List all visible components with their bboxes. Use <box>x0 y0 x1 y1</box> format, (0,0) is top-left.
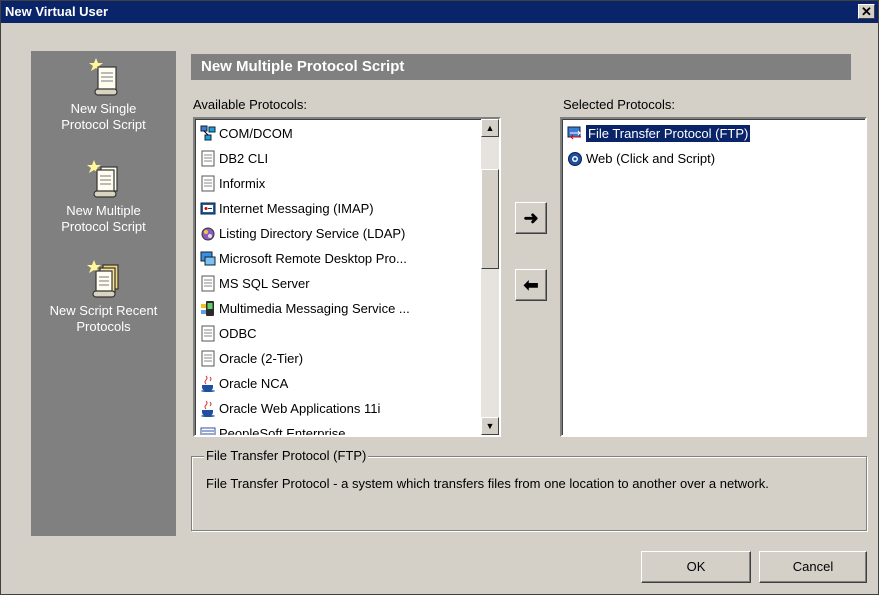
description-title: File Transfer Protocol (FTP) <box>204 448 369 463</box>
mms-icon <box>201 301 214 316</box>
title-bar: New Virtual User ✕ <box>1 1 878 23</box>
list-item-label: ODBC <box>219 326 257 341</box>
doc-icon <box>201 325 215 342</box>
doc-icon <box>201 175 215 192</box>
list-item[interactable]: COM/DCOM <box>197 121 293 146</box>
list-item-label: Web (Click and Script) <box>586 151 716 166</box>
list-item[interactable]: DB2 CLI <box>197 146 268 171</box>
option-label-line1: New Single <box>70 101 137 116</box>
vertical-scrollbar[interactable]: ▲ ▼ <box>481 119 499 435</box>
scroll-thumb[interactable] <box>481 169 499 269</box>
protocol-description-group: File Transfer Protocol (FTP) File Transf… <box>191 448 867 531</box>
add-protocol-button[interactable]: ➜ <box>515 202 547 234</box>
list-item-label: Microsoft Remote Desktop Pro... <box>219 251 407 266</box>
multiple-script-icon <box>86 160 118 198</box>
ftp-icon <box>567 126 582 140</box>
script-type-pane: New Single Protocol Script New Multiple … <box>31 51 176 536</box>
list-item-label: PeopleSoft Enterprise <box>219 426 346 437</box>
new-script-recent-protocols-option[interactable]: New Script Recent Protocols <box>31 259 176 335</box>
option-label-line1: New Multiple <box>66 203 141 218</box>
single-script-icon <box>88 58 118 96</box>
java-icon <box>201 375 215 392</box>
list-item[interactable]: Listing Directory Service (LDAP) <box>197 221 405 246</box>
peoplesoft-icon <box>200 427 216 435</box>
list-item-label: Multimedia Messaging Service ... <box>219 301 410 316</box>
page-title: New Multiple Protocol Script <box>191 54 851 80</box>
list-item[interactable]: Informix <box>197 171 265 196</box>
new-single-protocol-script-option[interactable]: New Single Protocol Script <box>31 57 176 133</box>
available-protocols-label: Available Protocols: <box>193 97 307 112</box>
ldap-icon <box>201 227 215 241</box>
new-virtual-user-dialog: New Virtual User ✕ New Single Protocol S… <box>0 0 879 595</box>
list-item[interactable]: MS SQL Server <box>197 271 310 296</box>
list-item-label: Oracle (2-Tier) <box>219 351 304 366</box>
option-label-line2: Protocol Script <box>61 117 146 132</box>
rdp-icon <box>200 251 216 266</box>
option-label-line2: Protocol Script <box>61 219 146 234</box>
list-item-label: DB2 CLI <box>219 151 269 166</box>
list-item[interactable]: Oracle (2-Tier) <box>197 346 303 371</box>
java-icon <box>201 400 215 417</box>
list-item[interactable]: Web (Click and Script) <box>564 146 715 171</box>
option-label-line1: New Script Recent <box>49 303 158 318</box>
list-item-label: MS SQL Server <box>219 276 310 291</box>
selected-protocols-list[interactable]: File Transfer Protocol (FTP) Web (Click … <box>560 117 867 437</box>
list-item-label: Internet Messaging (IMAP) <box>219 201 374 216</box>
list-item-label: Oracle Web Applications 11i <box>219 401 381 416</box>
list-item-label: File Transfer Protocol (FTP) <box>586 125 751 142</box>
list-item[interactable]: File Transfer Protocol (FTP) <box>564 121 751 146</box>
option-label-line2: Protocols <box>76 319 131 334</box>
ok-button[interactable]: OK <box>641 551 751 583</box>
recent-script-icon <box>86 260 119 298</box>
list-item[interactable]: Microsoft Remote Desktop Pro... <box>197 246 407 271</box>
web-icon <box>568 152 582 166</box>
list-item-label: Oracle NCA <box>219 376 289 391</box>
list-item[interactable]: Oracle Web Applications 11i <box>197 396 380 421</box>
cancel-button[interactable]: Cancel <box>759 551 867 583</box>
window-title: New Virtual User <box>5 4 109 19</box>
list-item[interactable]: Internet Messaging (IMAP) <box>197 196 374 221</box>
selected-protocols-label: Selected Protocols: <box>563 97 676 112</box>
remove-protocol-button[interactable]: ⬅ <box>515 269 547 301</box>
description-text: File Transfer Protocol - a system which … <box>206 476 769 491</box>
available-protocols-list[interactable]: COM/DCOM DB2 CLI Informix Internet Messa… <box>193 117 501 437</box>
list-item[interactable]: Multimedia Messaging Service ... <box>197 296 410 321</box>
new-multiple-protocol-script-option[interactable]: New Multiple Protocol Script <box>31 159 176 235</box>
list-item-label: Listing Directory Service (LDAP) <box>219 226 406 241</box>
scroll-down-button[interactable]: ▼ <box>481 417 499 435</box>
doc-icon <box>201 350 215 367</box>
list-item[interactable]: Oracle NCA <box>197 371 288 396</box>
doc-icon <box>201 275 215 292</box>
com-icon <box>200 125 216 141</box>
imap-icon <box>200 202 216 215</box>
list-item-label: COM/DCOM <box>219 126 293 141</box>
scroll-up-button[interactable]: ▲ <box>481 119 499 137</box>
list-item-label: Informix <box>219 176 266 191</box>
close-button[interactable]: ✕ <box>858 4 875 19</box>
list-item[interactable]: ODBC <box>197 321 257 346</box>
list-item[interactable]: PeopleSoft Enterprise <box>197 421 346 437</box>
doc-icon <box>201 150 215 167</box>
